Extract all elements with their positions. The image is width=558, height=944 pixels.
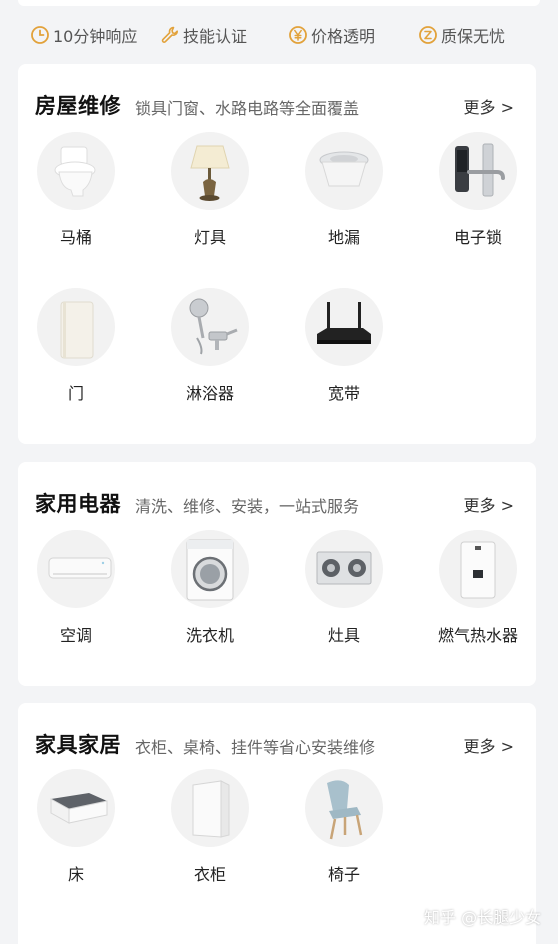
item-label: 地漏 (327, 228, 360, 247)
item-image (37, 132, 115, 210)
stove-icon (316, 551, 372, 585)
lamp-icon (190, 145, 230, 201)
section-subtitle: 衣柜、桌椅、挂件等省心安装维修 (135, 738, 376, 757)
service-item-lamp[interactable]: 灯具 (160, 132, 260, 248)
item-label: 灯具 (193, 228, 226, 247)
service-item-air-conditioner[interactable]: 空调 (26, 530, 126, 646)
service-features-bar: 10分钟响应 技能认证 价格透明 质保无忧 (0, 0, 558, 62)
top-card-edge (18, 0, 540, 6)
feature-label: 10分钟响应 (53, 27, 138, 46)
item-label: 马桶 (59, 228, 92, 247)
clock-icon (31, 26, 49, 44)
item-label: 床 (67, 865, 84, 884)
feature-label: 技能认证 (183, 27, 248, 46)
service-item-door[interactable]: 门 (26, 288, 126, 404)
yen-icon (289, 26, 307, 44)
item-image (37, 530, 115, 608)
item-image (37, 288, 115, 366)
item-image (171, 288, 249, 366)
item-image (171, 132, 249, 210)
more-link[interactable]: 更多 > (464, 733, 515, 757)
watermark: 知乎 @长腿少女 (424, 908, 542, 927)
item-label: 淋浴器 (185, 384, 234, 403)
item-image (439, 132, 517, 210)
item-label: 电子锁 (453, 228, 502, 247)
item-label: 燃气热水器 (437, 626, 518, 645)
feature-transparent-price: 价格透明 (288, 22, 375, 48)
section-title: 房屋维修 (35, 94, 121, 118)
feature-label: 价格透明 (311, 27, 376, 46)
router-icon (317, 302, 371, 344)
item-label: 门 (67, 384, 84, 403)
item-image (305, 769, 383, 847)
chair-icon (327, 780, 363, 840)
feature-label: 质保无忧 (441, 27, 506, 46)
water-heater-icon (460, 541, 496, 599)
service-item-smart-lock[interactable]: 电子锁 (428, 132, 528, 248)
service-item-stove[interactable]: 灶具 (294, 530, 394, 646)
service-item-toilet[interactable]: 马桶 (26, 132, 126, 248)
smart-lock-icon (455, 143, 505, 197)
service-item-bed[interactable]: 床 (26, 769, 126, 885)
item-image (171, 769, 249, 847)
shield-z-icon (419, 26, 437, 44)
more-link[interactable]: 更多 > (464, 492, 515, 516)
shower-icon (189, 298, 238, 355)
feature-warranty: 质保无忧 (418, 22, 505, 48)
item-label: 衣柜 (193, 865, 226, 884)
washing-machine-icon (186, 539, 234, 601)
feature-response-time: 10分钟响应 (30, 22, 137, 48)
section-title: 家用电器 (35, 492, 121, 516)
item-label: 宽带 (327, 384, 360, 403)
item-image (37, 769, 115, 847)
item-label: 椅子 (327, 865, 360, 884)
section-title: 家具家居 (35, 733, 121, 757)
service-item-floor-drain[interactable]: 地漏 (294, 132, 394, 248)
service-item-chair[interactable]: 椅子 (294, 769, 394, 885)
wrench-icon (161, 26, 178, 43)
door-icon (60, 301, 94, 359)
item-image (305, 288, 383, 366)
section-subtitle: 清洗、维修、安装，一站式服务 (135, 497, 360, 516)
section-house-repair: 房屋维修 锁具门窗、水路电路等全面覆盖 更多 > 马桶 灯具 地漏 电子锁 门 … (18, 64, 536, 444)
item-image (305, 132, 383, 210)
item-label: 洗衣机 (185, 626, 234, 645)
bed-icon (50, 793, 108, 824)
air-conditioner-icon (48, 557, 112, 579)
section-home-appliances: 家用电器 清洗、维修、安装，一站式服务 更多 > 空调 洗衣机 灶具 燃气热水器 (18, 462, 536, 686)
item-image (305, 530, 383, 608)
service-item-router[interactable]: 宽带 (294, 288, 394, 404)
more-link[interactable]: 更多 > (464, 94, 515, 118)
item-label: 空调 (59, 626, 92, 645)
floor-drain-icon (319, 151, 369, 187)
item-label: 灶具 (327, 626, 360, 645)
service-item-shower[interactable]: 淋浴器 (160, 288, 260, 404)
section-subtitle: 锁具门窗、水路电路等全面覆盖 (135, 99, 360, 118)
wardrobe-icon (192, 780, 230, 838)
service-item-washing-machine[interactable]: 洗衣机 (160, 530, 260, 646)
item-image (439, 530, 517, 608)
service-item-water-heater[interactable]: 燃气热水器 (428, 530, 528, 646)
feature-skill-certified: 技能认证 (160, 22, 247, 48)
item-image (171, 530, 249, 608)
toilet-icon (54, 146, 96, 197)
service-item-wardrobe[interactable]: 衣柜 (160, 769, 260, 885)
